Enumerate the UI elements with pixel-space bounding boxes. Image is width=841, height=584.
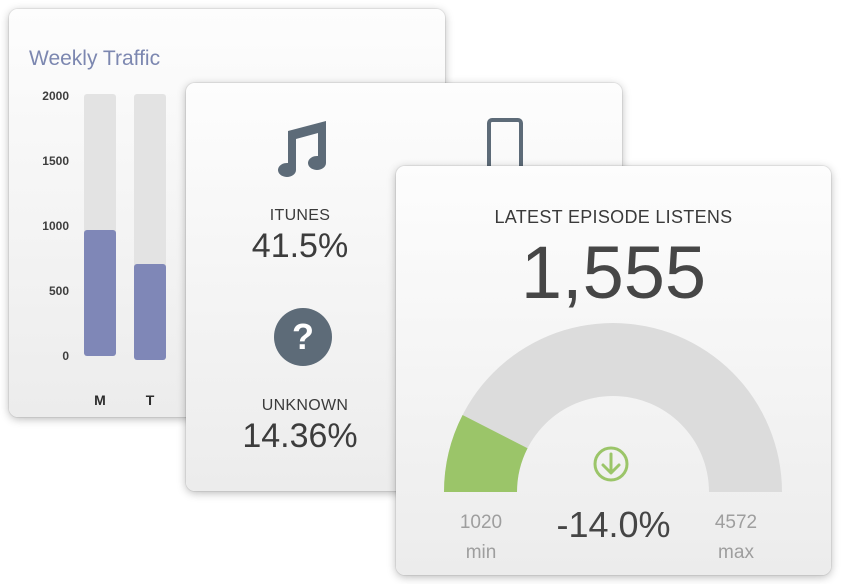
bar-monday[interactable] <box>84 230 116 356</box>
x-tick-tuesday: T <box>145 392 155 408</box>
card-title: Weekly Traffic <box>29 47 161 70</box>
dashboard: Weekly Traffic 2000 1500 1000 500 0 M T … <box>0 0 841 584</box>
platform-value-unknown: 14.36% <box>242 417 358 455</box>
latest-episode-card: LATEST EPISODE LISTENS 1,555 1020 min -1… <box>396 166 831 575</box>
bar-tuesday[interactable] <box>134 264 166 360</box>
bar-track <box>134 94 166 360</box>
platform-value-itunes: 41.5% <box>251 227 349 265</box>
x-tick-monday: M <box>94 392 106 408</box>
question-icon: ? <box>274 308 332 366</box>
gauge-min-value: 1020 <box>459 512 503 533</box>
bar-track <box>84 94 116 356</box>
y-tick: 500 <box>48 284 69 298</box>
gauge-min-label: min <box>465 542 497 563</box>
music-note-icon <box>278 121 326 177</box>
svg-text:?: ? <box>292 316 314 357</box>
y-tick: 2000 <box>42 89 69 103</box>
gauge-max-label: max <box>718 542 754 563</box>
platform-label-unknown: UNKNOWN <box>261 397 349 414</box>
down-arrow-circle-icon <box>593 446 629 482</box>
gauge-max-value: 4572 <box>714 512 758 533</box>
platform-label-itunes: ITUNES <box>269 207 331 224</box>
y-tick: 1000 <box>42 219 69 233</box>
y-tick: 1500 <box>42 154 69 168</box>
y-tick: 0 <box>62 349 69 363</box>
gauge-change-percent: -14.0% <box>556 504 671 545</box>
